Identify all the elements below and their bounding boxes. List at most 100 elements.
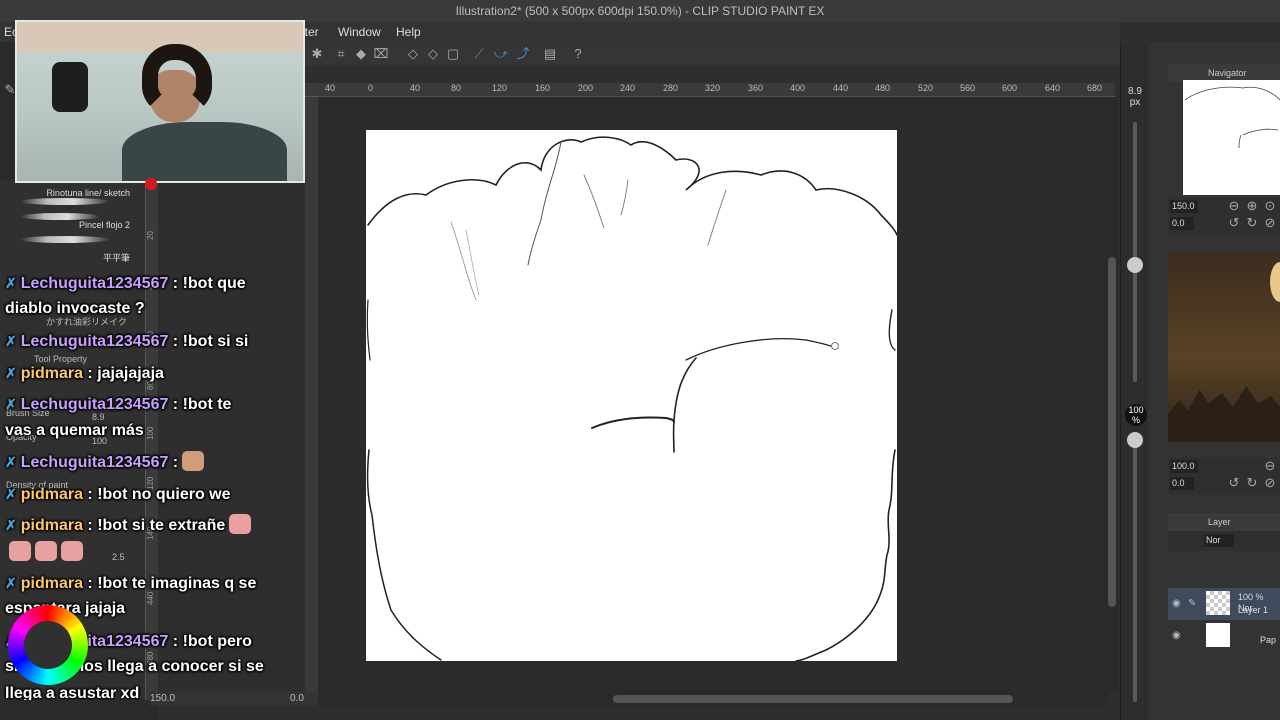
transform-icon[interactable]: ◇	[405, 46, 421, 62]
opacity-slider-knob[interactable]	[1127, 432, 1143, 448]
subview-reference-image[interactable]	[1168, 252, 1280, 442]
navigator-zoom[interactable]: 150.0	[1170, 200, 1198, 213]
ruler-tick: 120	[492, 83, 508, 93]
layer-row-paper[interactable]: ◉ Pap	[1168, 620, 1280, 652]
chat-username: Lechuguita1234567	[20, 396, 169, 413]
chat-message: ✗ Lechuguita1234567 :	[5, 449, 205, 476]
zoom-in-icon[interactable]: ⊕	[1244, 198, 1260, 214]
navigator-angle[interactable]: 0.0	[1170, 217, 1194, 230]
chat-username: pidmara	[20, 486, 83, 503]
status-bar: 150.0 0.0	[150, 692, 318, 706]
ruler-tick: 80	[451, 83, 462, 93]
ruler-snap-icon[interactable]: ⟋	[471, 46, 487, 62]
menu-help[interactable]: Help	[396, 25, 421, 39]
chat-username: pidmara	[20, 517, 83, 534]
ruler-tick: 400	[790, 83, 806, 93]
subview-angle[interactable]: 0.0	[1170, 477, 1194, 490]
color-wheel[interactable]	[8, 605, 88, 685]
chat-username: Lechuguita1234567	[20, 454, 169, 471]
chat-text: : !bot no quiero we	[82, 486, 231, 503]
drawing-canvas[interactable]	[366, 130, 898, 662]
eye-icon[interactable]: ◉	[1172, 630, 1181, 641]
chat-badge-icon: ✗	[5, 517, 17, 533]
chat-username: Lechuguita1234567	[20, 275, 169, 292]
curve-snap-icon[interactable]: ⤻	[493, 46, 509, 62]
subview-controls: 100.0 0.0 ⊖ ↺ ↻ ⊘	[1168, 458, 1280, 494]
brush-preview-3	[20, 236, 110, 243]
scroll-thumb[interactable]	[1108, 257, 1116, 607]
brush-name-3[interactable]: 平平筆	[103, 251, 130, 264]
webcam-backpack	[52, 62, 88, 112]
scroll-thumb[interactable]	[613, 695, 1013, 703]
perspective-snap-icon[interactable]: ⤴	[515, 46, 531, 62]
ruler-tick: 40	[325, 83, 336, 93]
chat-badge-icon: ✗	[5, 575, 17, 591]
brush-name-1[interactable]: Rinotuna line/ sketch	[46, 188, 130, 198]
zoom-out-icon[interactable]: ⊖	[1226, 198, 1242, 214]
chat-text: : !bot te	[168, 396, 232, 413]
rotate-left-icon[interactable]: ↺	[1226, 215, 1242, 231]
crying-emote-icon	[35, 541, 57, 561]
chat-text: : !bot si te extrañe	[82, 517, 226, 534]
chat-message-cont: vas a quemar más	[5, 422, 144, 439]
layer-panel-title: Layer	[1208, 517, 1231, 527]
deselect-icon[interactable]: ◇	[425, 46, 441, 62]
layer-row-layer1[interactable]: ◉ ✎ 100 % Nor Layer 1	[1168, 588, 1280, 620]
fit-icon[interactable]: ⊙	[1262, 198, 1278, 214]
webcam-streamer	[122, 42, 287, 181]
color-bar	[0, 700, 158, 720]
ruler-tick: 40	[410, 83, 421, 93]
chat-message: ✗ pidmara : jajajajaja	[5, 360, 164, 387]
chat-message: ✗ Lechuguita1234567 : !bot si si	[5, 328, 248, 355]
reset-rotation-icon[interactable]: ⊘	[1262, 215, 1278, 231]
navigator-preview[interactable]	[1183, 80, 1280, 195]
zoom-value[interactable]: 150.0	[150, 693, 175, 704]
reset-rotation-icon[interactable]: ⊘	[1262, 475, 1278, 491]
ruler-tick: 240	[620, 83, 636, 93]
rotate-left-icon[interactable]: ↺	[1226, 475, 1242, 491]
chat-message: ✗ Lechuguita1234567 : !bot que	[5, 270, 246, 297]
selection-icon[interactable]: ▢	[445, 46, 461, 62]
blend-mode-select[interactable]: Nor	[1204, 534, 1234, 547]
chat-badge-icon: ✗	[5, 396, 17, 412]
help-icon[interactable]: ?	[570, 46, 586, 62]
brush-name-2[interactable]: Pincel flojo 2	[79, 220, 130, 230]
horizontal-scrollbar[interactable]	[318, 692, 1108, 706]
crying-emote-icon	[229, 514, 252, 534]
webcam-overlay	[15, 20, 305, 183]
chat-message-cont: diablo invocaste ?	[5, 300, 145, 317]
size-unit: px	[1129, 97, 1141, 108]
snap-icon[interactable]: ⌗	[333, 46, 349, 62]
webcam-shirt	[122, 122, 287, 181]
crop-icon[interactable]: ⌧	[373, 46, 389, 62]
chat-username: pidmara	[20, 575, 83, 592]
rotate-right-icon[interactable]: ↻	[1244, 475, 1260, 491]
layer-name: Layer 1	[1238, 605, 1269, 615]
layer-thumbnail	[1206, 591, 1230, 615]
menu-window[interactable]: Window	[338, 25, 381, 39]
size-slider-knob[interactable]	[1127, 257, 1143, 273]
eye-icon[interactable]: ◉	[1172, 598, 1181, 609]
webcam-hair	[142, 44, 212, 114]
layer-thumbnail	[1206, 623, 1230, 647]
opacity-slider-track[interactable]	[1133, 437, 1137, 702]
size-slider-track[interactable]	[1133, 122, 1137, 382]
ruler-tick: 280	[663, 83, 679, 93]
gear-icon[interactable]: ✱	[309, 46, 325, 62]
horizontal-ruler: 40 0 40 80 120 160 200 240 280 320 360 4…	[305, 83, 1115, 97]
zoom-out-icon[interactable]: ⊖	[1262, 458, 1278, 474]
ruler-tick: 640	[1045, 83, 1061, 93]
vertical-scrollbar[interactable]	[1106, 97, 1118, 692]
clipboard-icon[interactable]: ▤	[542, 46, 558, 62]
reference-city	[1168, 386, 1280, 442]
chat-text: : jajajajaja	[82, 365, 164, 382]
subview-zoom[interactable]: 100.0	[1170, 460, 1198, 473]
rotate-right-icon[interactable]: ↻	[1244, 215, 1260, 231]
fill-icon[interactable]: ◆	[353, 46, 369, 62]
chat-badge-icon: ✗	[5, 275, 17, 291]
ruler-tick: 680	[1087, 83, 1103, 93]
cat-emote-icon	[182, 451, 205, 471]
angle-value[interactable]: 0.0	[290, 693, 304, 704]
chat-text: :	[168, 454, 179, 471]
chat-message: ✗ Lechuguita1234567 : !bot te	[5, 391, 231, 418]
